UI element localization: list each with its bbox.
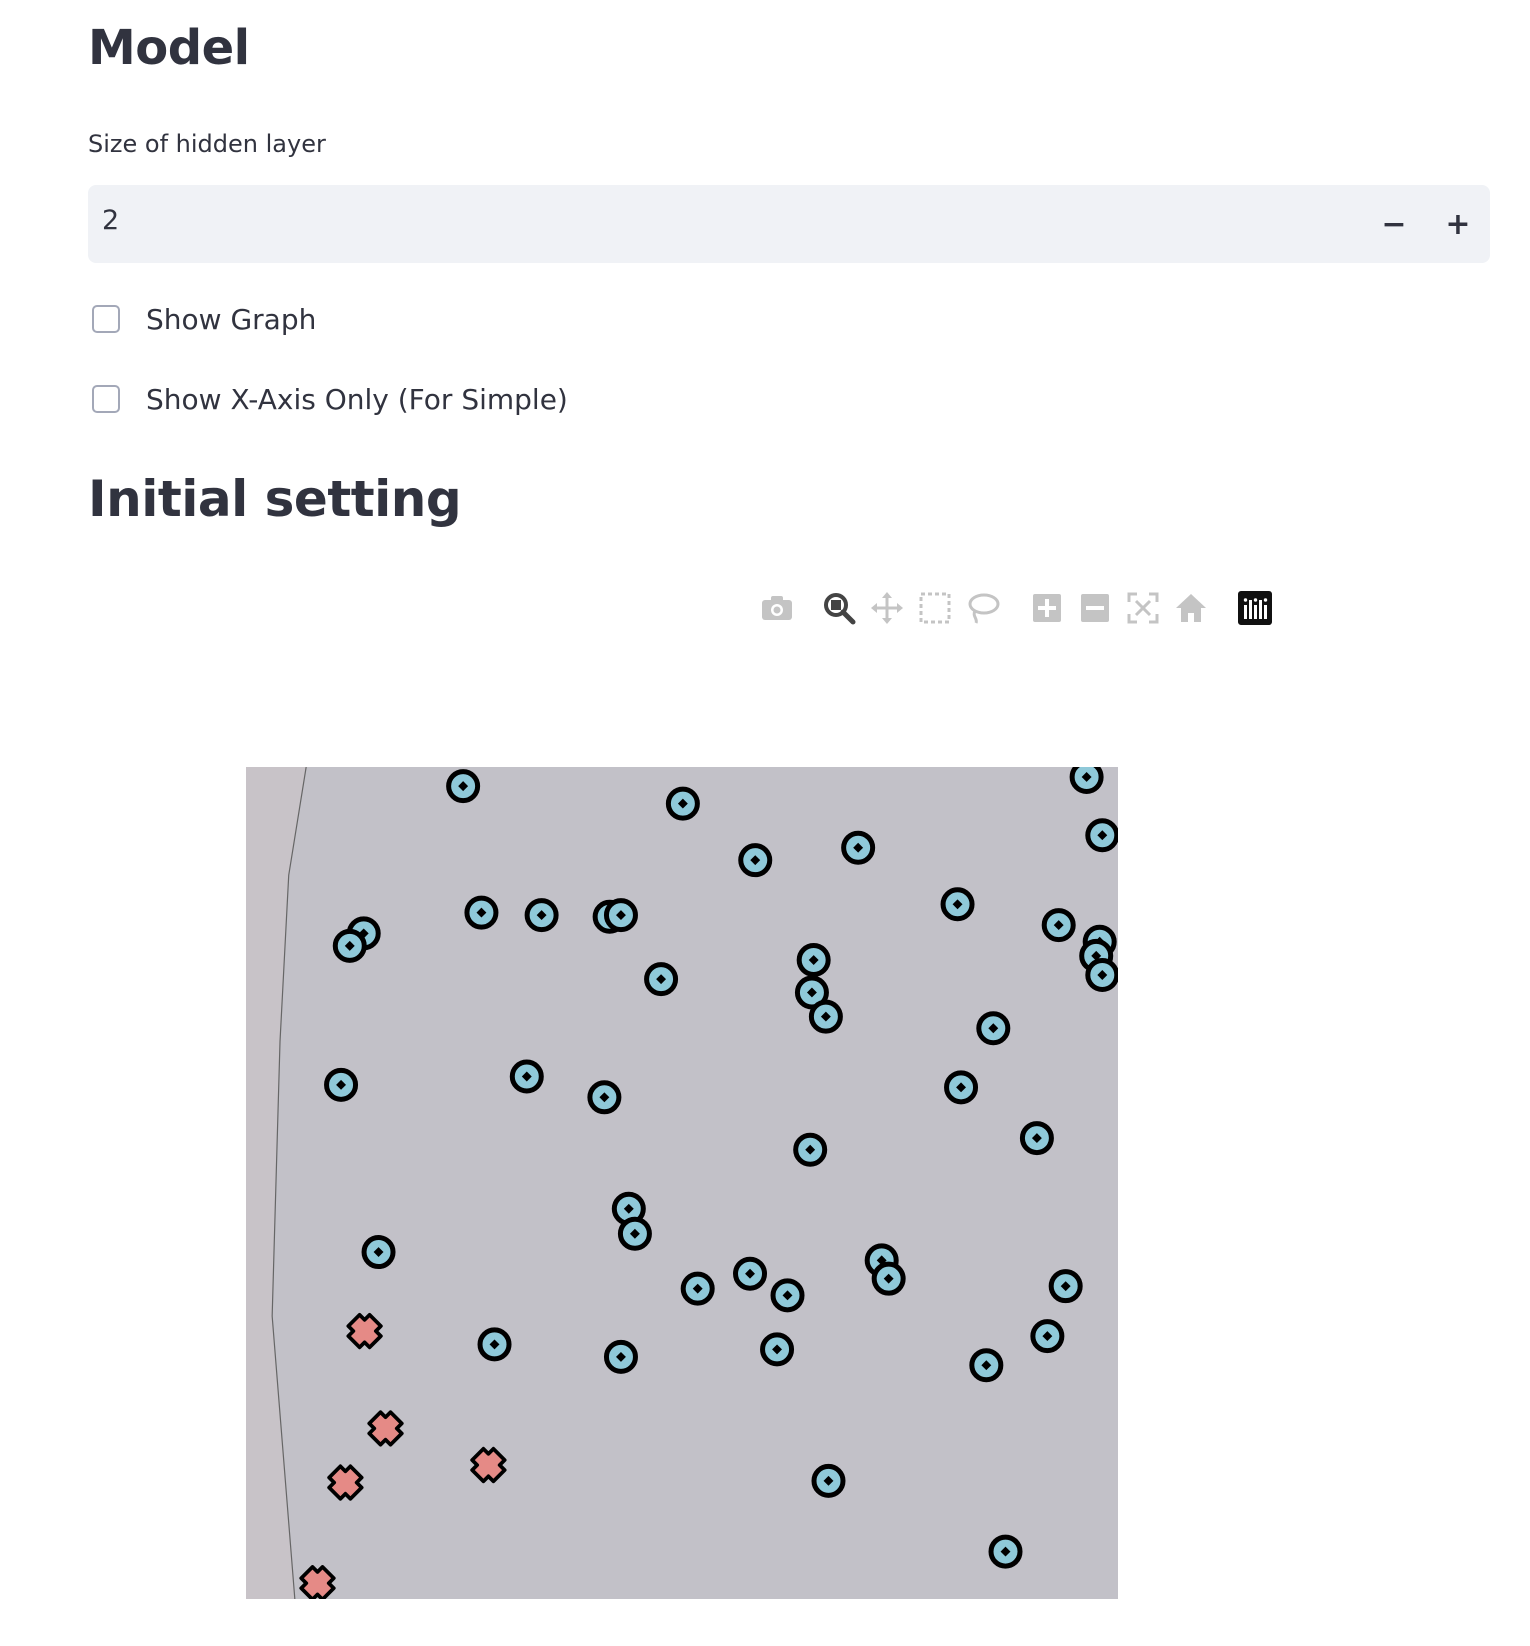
scatter-point — [988, 1534, 1023, 1569]
scatter-point — [446, 769, 481, 804]
scatter-point — [760, 1332, 795, 1367]
scatter-point — [464, 895, 499, 930]
scatter-point — [1048, 1269, 1083, 1304]
scatter-point-x — [346, 1312, 383, 1350]
page: Model Size of hidden layer 2 − + Show Gr… — [0, 0, 1530, 1646]
scatter-point — [324, 1067, 359, 1102]
scatter-point-x-shape — [299, 1565, 336, 1599]
scatter-point — [808, 999, 843, 1034]
scatter-point — [477, 1327, 512, 1362]
scatter-point — [361, 1235, 396, 1270]
scatter-point — [1041, 908, 1076, 943]
scatter-point — [587, 1080, 622, 1115]
scatter-point — [811, 1463, 846, 1498]
scatter-point-x-shape — [367, 1410, 404, 1447]
scatter-point — [680, 1271, 715, 1306]
scatter-point — [332, 928, 367, 963]
scatter-point — [665, 786, 700, 821]
scatter-point — [940, 887, 975, 922]
scatter-point-x — [470, 1446, 507, 1484]
scatter-point — [1030, 1319, 1065, 1354]
scatter-point — [770, 1278, 805, 1313]
scatter-point — [738, 843, 773, 878]
scatter-point-x-shape — [470, 1446, 507, 1484]
scatter-point-x-shape — [346, 1312, 383, 1350]
scatter-point-x-shape — [327, 1464, 364, 1501]
scatter-point — [1019, 1121, 1054, 1156]
scatter-point — [1069, 767, 1104, 794]
scatter-point — [793, 1132, 828, 1167]
scatter-point — [524, 898, 559, 933]
scatter-point — [944, 1070, 979, 1105]
decision-boundary-chart[interactable] — [0, 0, 1530, 1646]
scatter-point-x — [327, 1464, 364, 1501]
scatter-point — [969, 1348, 1004, 1383]
scatter-point — [976, 1011, 1011, 1046]
scatter-point-x — [299, 1565, 336, 1599]
scatter-point — [603, 898, 638, 933]
scatter-point — [841, 830, 876, 865]
plot-background — [246, 767, 1118, 1599]
scatter-point — [1085, 958, 1118, 992]
scatter-point — [603, 1339, 638, 1374]
scatter-point — [1085, 818, 1118, 853]
scatter-point — [796, 943, 831, 978]
scatter-point — [871, 1261, 906, 1296]
scatter-point — [617, 1216, 652, 1251]
plot-area[interactable] — [246, 767, 1118, 1599]
scatter-point-x — [367, 1410, 404, 1447]
scatter-point — [733, 1256, 768, 1291]
scatter-point — [644, 962, 679, 997]
scatter-point — [509, 1059, 544, 1094]
